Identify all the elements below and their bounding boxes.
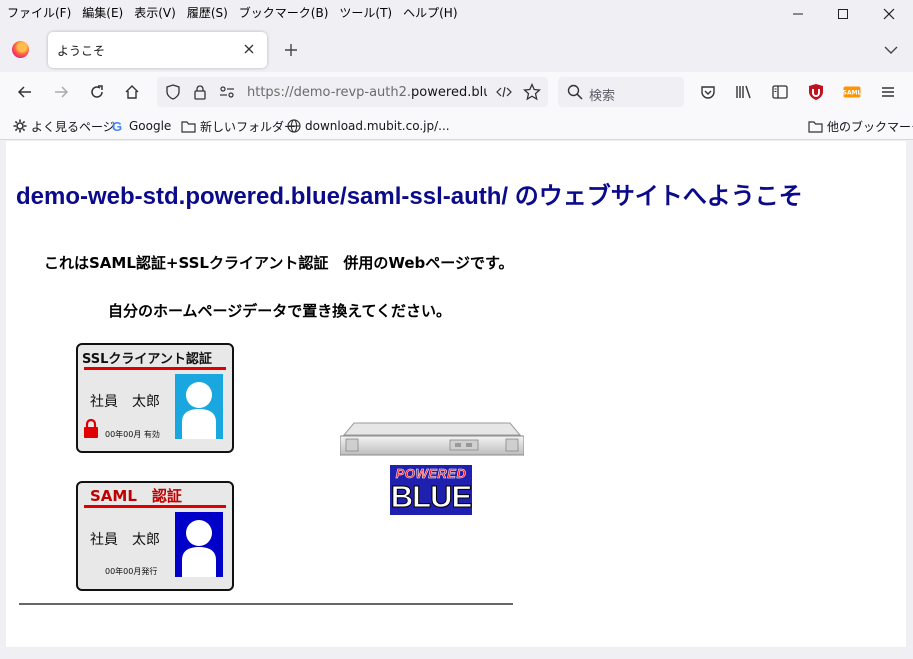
menu-file[interactable]: ファイル(F): [7, 4, 71, 21]
library-button[interactable]: [730, 78, 758, 106]
reload-icon: [91, 85, 103, 98]
card-divider: [84, 505, 226, 508]
url-host: powered.blue: [411, 85, 487, 100]
minimize-button[interactable]: [775, 0, 821, 28]
maximize-button[interactable]: [820, 0, 866, 28]
close-icon: [883, 8, 895, 20]
shield-icon[interactable]: [165, 84, 181, 100]
close-window-button[interactable]: [866, 0, 912, 28]
powered-blue-logo: POWERED BLUE: [390, 465, 472, 515]
menu-tools[interactable]: ツール(T): [339, 4, 392, 21]
search-icon: [567, 84, 583, 100]
card-validity: 00年00月 有効: [105, 430, 160, 439]
reader-view-icon[interactable]: [496, 85, 512, 99]
pocket-icon: [701, 86, 715, 99]
new-tab-button[interactable]: [279, 38, 303, 62]
permissions-icon[interactable]: [219, 85, 235, 99]
tab-welcome[interactable]: ようこそ: [48, 32, 267, 68]
bookmark-download-mubit[interactable]: download.mubit.co.jp/...: [287, 117, 450, 135]
card-divider: [84, 367, 226, 370]
page-instruction: 自分のホームページデータで置き換えてください。: [108, 302, 452, 320]
tab-bar: ようこそ: [0, 28, 913, 72]
ublock-extension-button[interactable]: [802, 78, 830, 106]
server-appliance-image: [340, 422, 524, 456]
url-prefix: https://demo-revp-auth2.: [247, 85, 412, 100]
logo-text-bottom: BLUE: [390, 479, 472, 515]
bookmark-most-visited[interactable]: よく見るページ: [13, 117, 115, 135]
page-title: demo-web-std.powered.blue/saml-ssl-auth/…: [16, 183, 803, 210]
bookmark-label: 新しいフォルダー: [200, 119, 297, 134]
horizontal-rule: [19, 603, 513, 605]
menu-history[interactable]: 履歴(S): [187, 4, 228, 21]
red-lock-icon: [84, 419, 98, 438]
gear-icon: [13, 119, 27, 133]
lock-icon[interactable]: [193, 84, 207, 100]
reload-button[interactable]: [83, 78, 111, 106]
firefox-icon[interactable]: [12, 41, 29, 58]
back-button[interactable]: [11, 78, 39, 106]
home-button[interactable]: [118, 78, 146, 106]
back-arrow-icon: [17, 86, 31, 98]
url-text[interactable]: https://demo-revp-auth2.powered.blue/: [247, 85, 487, 100]
globe-icon: [287, 119, 301, 133]
star-icon[interactable]: [523, 83, 541, 101]
menu-view[interactable]: 表示(V): [134, 4, 176, 21]
person-silhouette-icon: [175, 374, 223, 439]
bookmark-other[interactable]: 他のブックマーク: [808, 117, 913, 135]
menu-edit[interactable]: 編集(E): [82, 4, 123, 21]
browser-window: ファイル(F) 編集(E) 表示(V) 履歴(S) ブックマーク(B) ツール(…: [0, 0, 913, 659]
bookmark-label: Google: [129, 119, 172, 133]
card-heading: SAML 認証: [90, 487, 182, 505]
saml-tracer-icon: SAML: [843, 86, 861, 98]
list-all-tabs-button[interactable]: [881, 40, 901, 60]
person-silhouette-icon: [175, 512, 223, 577]
ssl-client-cert-card-image: SSLクライアント認証 社員 太郎 00年00月 有効: [76, 343, 234, 453]
sidebar-icon: [772, 85, 788, 99]
bookmark-new-folder[interactable]: 新しいフォルダー: [181, 117, 296, 135]
bookmark-google[interactable]: G Google: [112, 117, 171, 135]
card-issue-date: 00年00月発行: [105, 567, 158, 576]
page-content: demo-web-std.powered.blue/saml-ssl-auth/…: [6, 141, 906, 647]
bookmark-label: 他のブックマーク: [827, 119, 913, 134]
ublock-shield-icon: [809, 84, 823, 100]
saml-extension-button[interactable]: SAML: [838, 78, 866, 106]
folder-icon: [808, 120, 823, 133]
tab-title: ようこそ: [57, 44, 106, 58]
card-heading: SSLクライアント認証: [82, 352, 212, 367]
tab-close-button[interactable]: [239, 39, 259, 59]
bookmark-label: よく見るページ: [31, 119, 115, 134]
menu-bookmarks[interactable]: ブックマーク(B): [239, 4, 329, 21]
sidebar-button[interactable]: [766, 78, 794, 106]
svg-text:G: G: [112, 120, 122, 133]
folder-icon: [181, 120, 196, 133]
google-icon: G: [112, 120, 125, 133]
close-icon: [244, 44, 254, 54]
url-bar[interactable]: https://demo-revp-auth2.powered.blue/: [157, 77, 548, 107]
home-icon: [125, 85, 139, 99]
app-menu-button[interactable]: [874, 78, 902, 106]
svg-text:SAML: SAML: [843, 90, 861, 97]
forward-button[interactable]: [47, 78, 75, 106]
plus-icon: [285, 44, 297, 56]
search-placeholder: 検索: [589, 89, 616, 104]
page-description: これはSAML認証+SSLクライアント認証 併用のWebページです。: [44, 254, 514, 272]
forward-arrow-icon: [55, 86, 69, 98]
bookmark-label: download.mubit.co.jp/...: [305, 119, 450, 133]
search-box[interactable]: 検索: [558, 77, 684, 107]
chevron-down-icon: [884, 46, 898, 54]
minimize-icon: [793, 13, 803, 15]
menu-help[interactable]: ヘルプ(H): [403, 4, 457, 21]
card-name: 社員 太郎: [90, 532, 160, 548]
hamburger-icon: [882, 87, 894, 97]
navigation-bar: https://demo-revp-auth2.powered.blue/ 検索…: [0, 72, 913, 112]
library-icon: [736, 85, 751, 99]
maximize-icon: [838, 9, 848, 19]
bookmarks-toolbar: よく見るページ G Google 新しいフォルダー download.mubit…: [0, 112, 913, 140]
saml-auth-card-image: SAML 認証 社員 太郎 00年00月発行: [76, 481, 234, 591]
pocket-button[interactable]: [694, 78, 722, 106]
card-name: 社員 太郎: [90, 394, 160, 410]
